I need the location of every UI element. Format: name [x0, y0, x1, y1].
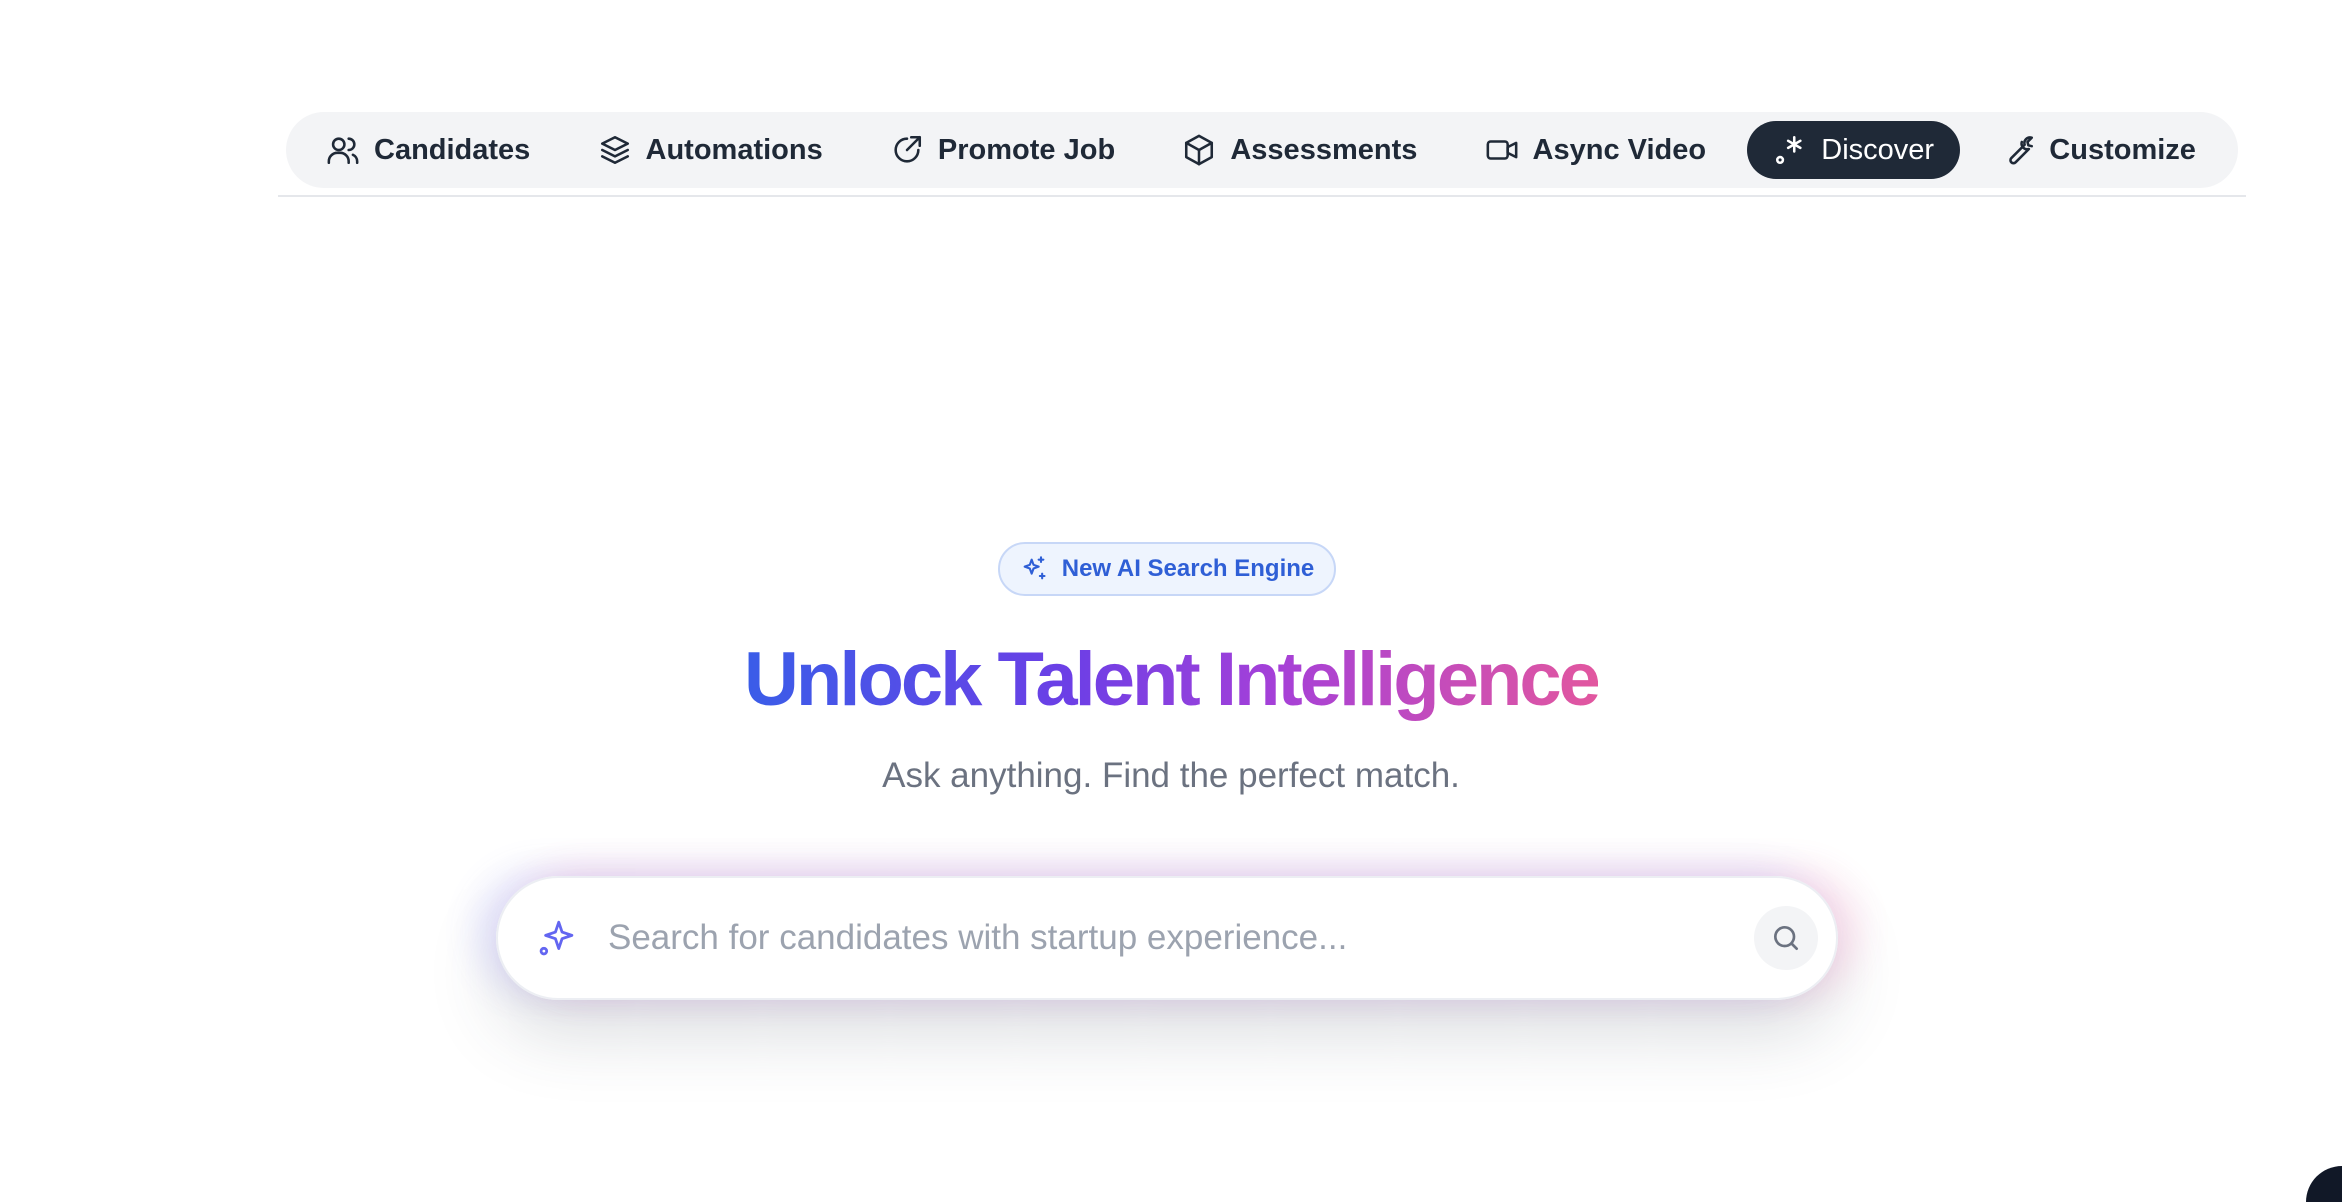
search-bar[interactable] — [496, 876, 1838, 1000]
top-nav: Candidates Automations Promote Job Asses… — [286, 112, 2238, 188]
ai-search-badge: New AI Search Engine — [998, 542, 1336, 596]
nav-item-assessments[interactable]: Assessments — [1156, 121, 1443, 179]
search-submit-button[interactable] — [1754, 906, 1818, 970]
nav-label-promote-job: Promote Job — [937, 133, 1116, 166]
nav-label-async-video: Async Video — [1532, 133, 1707, 166]
nav-label-automations: Automations — [645, 133, 823, 166]
nav-item-candidates[interactable]: Candidates — [300, 121, 556, 179]
sparkles-icon — [1023, 556, 1046, 580]
wrench-icon — [2009, 136, 2034, 165]
nav-label-discover: Discover — [1821, 133, 1935, 166]
nav-item-customize[interactable]: Customize — [1975, 121, 2222, 179]
layers-icon — [600, 135, 629, 165]
users-icon — [327, 137, 359, 165]
nav-label-customize: Customize — [2049, 133, 2196, 166]
discover-page: Candidates Automations Promote Job Asses… — [0, 0, 2342, 1202]
search-icon — [1774, 926, 1798, 950]
page-title: Unlock Talent Intelligence — [0, 632, 2342, 728]
nav-item-async-video[interactable]: Async Video — [1459, 121, 1733, 179]
nav-label-assessments: Assessments — [1230, 133, 1418, 166]
page-title-text: Unlock Talent Intelligence — [744, 637, 1601, 722]
window-corner — [2306, 1166, 2342, 1202]
page-subtitle: Ask anything. Find the perfect match. — [882, 756, 1460, 795]
nav-item-automations[interactable]: Automations — [572, 121, 849, 179]
nav-item-discover[interactable]: Discover — [1747, 121, 1961, 179]
nav-divider — [278, 195, 2246, 197]
share-arrow-icon — [894, 135, 921, 163]
cube-icon — [1185, 134, 1214, 166]
search-input[interactable] — [608, 918, 1754, 958]
video-icon — [1486, 140, 1517, 160]
badge-label: New AI Search Engine — [1061, 555, 1315, 582]
discover-sparkle-icon — [1776, 135, 1802, 165]
ai-sparkle-icon — [539, 920, 574, 956]
nav-label-candidates: Candidates — [374, 133, 531, 166]
nav-item-promote-job[interactable]: Promote Job — [864, 121, 1141, 179]
